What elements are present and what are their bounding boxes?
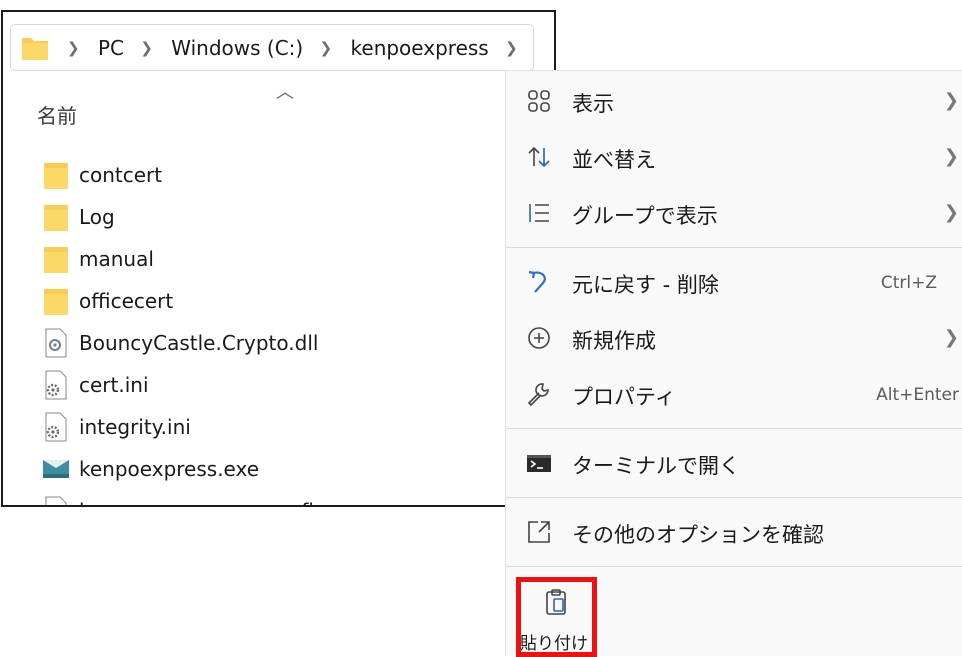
new-plus-icon: [528, 327, 550, 349]
group-list-icon: [529, 204, 549, 222]
list-item[interactable]: officecert: [43, 280, 327, 322]
file-list: contcert Log manual officecert BouncyCas…: [43, 154, 327, 505]
menu-item-label: ターミナルで開く: [572, 454, 740, 478]
address-bar[interactable]: ❯ PC ❯ Windows (C:) ❯ kenpoexpress ❯: [10, 24, 534, 71]
menu-item-new[interactable]: 新規作成 ❯: [506, 311, 962, 367]
chevron-right-icon: ❯: [943, 202, 959, 223]
menu-item-label: 新規作成: [572, 329, 656, 353]
menu-item-shortcut: Ctrl+Z: [880, 273, 937, 293]
menu-item-properties[interactable]: プロパティ Alt+Enter: [506, 367, 962, 423]
menu-item-shortcut: Alt+Enter: [876, 385, 959, 405]
menu-item-open-terminal[interactable]: ターミナルで開く: [506, 436, 962, 492]
settings-file-icon: [45, 412, 67, 442]
list-item[interactable]: kenpoexpress.exe.config: [43, 490, 327, 505]
chevron-right-icon: ❯: [943, 90, 959, 111]
list-item[interactable]: Log: [43, 196, 327, 238]
paste-label: 貼り付け: [520, 634, 588, 654]
file-name: Log: [79, 205, 115, 229]
file-name: manual: [79, 247, 154, 271]
folder-icon: [44, 289, 68, 315]
exe-app-icon: [43, 460, 69, 478]
sort-arrows-icon: [528, 146, 550, 168]
list-item[interactable]: contcert: [43, 154, 327, 196]
menu-item-more-options[interactable]: その他のオプションを確認: [506, 505, 962, 561]
list-item[interactable]: cert.ini: [43, 364, 327, 406]
chevron-right-icon: ❯: [67, 38, 80, 57]
menu-separator: [506, 566, 962, 567]
blank-file-icon: [45, 496, 67, 505]
file-name: contcert: [79, 163, 163, 187]
view-grid-icon: [528, 90, 550, 112]
chevron-right-icon[interactable]: ❯: [140, 39, 153, 57]
file-name: officecert: [79, 289, 174, 313]
more-options-icon: [528, 521, 550, 543]
dll-file-icon: [45, 328, 67, 358]
menu-item-label: プロパティ: [572, 385, 676, 409]
file-name: kenpoexpress.exe: [79, 457, 260, 481]
wrench-icon: [527, 383, 549, 407]
folder-icon: [44, 205, 68, 231]
menu-item-label: 表示: [572, 92, 614, 116]
menu-item-label: 元に戻す - 削除: [572, 273, 719, 297]
menu-separator: [506, 247, 962, 248]
context-menu: 表示 ❯ 並べ替え ❯ グループで表示 ❯ 元に戻す - 削除 Ctrl+Z 新…: [505, 70, 962, 657]
breadcrumb: ❯ PC ❯ Windows (C:) ❯ kenpoexpress ❯: [57, 34, 530, 60]
breadcrumb-item[interactable]: kenpoexpress: [351, 36, 489, 60]
clipboard-icon: [546, 589, 566, 615]
breadcrumb-item[interactable]: PC: [98, 36, 124, 60]
settings-file-icon: [45, 370, 67, 400]
undo-icon: [528, 270, 546, 293]
sort-ascending-icon: ︿: [276, 82, 294, 103]
terminal-icon: [527, 455, 551, 472]
list-item[interactable]: integrity.ini: [43, 406, 327, 448]
menu-item-label: 並べ替え: [572, 148, 656, 172]
menu-item-label: グループで表示: [572, 204, 718, 228]
chevron-right-icon: ❯: [943, 146, 959, 167]
file-name: integrity.ini: [79, 415, 191, 439]
file-name: cert.ini: [79, 373, 149, 397]
menu-item-undo-delete[interactable]: 元に戻す - 削除 Ctrl+Z: [506, 255, 962, 311]
chevron-right-icon[interactable]: ❯: [320, 39, 333, 57]
breadcrumb-item[interactable]: Windows (C:): [171, 36, 303, 60]
list-item[interactable]: BouncyCastle.Crypto.dll: [43, 322, 327, 364]
list-item[interactable]: kenpoexpress.exe: [43, 448, 327, 490]
menu-separator: [506, 428, 962, 429]
menu-item-group-by[interactable]: グループで表示 ❯: [506, 186, 962, 242]
folder-icon: [22, 38, 48, 60]
menu-item-view[interactable]: 表示 ❯: [506, 74, 962, 130]
folder-icon: [44, 163, 68, 189]
list-item[interactable]: manual: [43, 238, 327, 280]
menu-separator: [506, 497, 962, 498]
folder-icon: [44, 247, 68, 273]
menu-item-sort[interactable]: 並べ替え ❯: [506, 130, 962, 186]
chevron-right-icon[interactable]: ❯: [505, 39, 518, 57]
menu-item-label: その他のオプションを確認: [572, 523, 824, 547]
file-name: BouncyCastle.Crypto.dll: [79, 331, 319, 355]
file-explorer-window: ❯ PC ❯ Windows (C:) ❯ kenpoexpress ❯ ︿ 名…: [1, 10, 556, 507]
file-name: kenpoexpress.exe.config: [79, 499, 327, 505]
chevron-right-icon: ❯: [943, 327, 959, 348]
column-header-name[interactable]: 名前: [37, 100, 77, 129]
